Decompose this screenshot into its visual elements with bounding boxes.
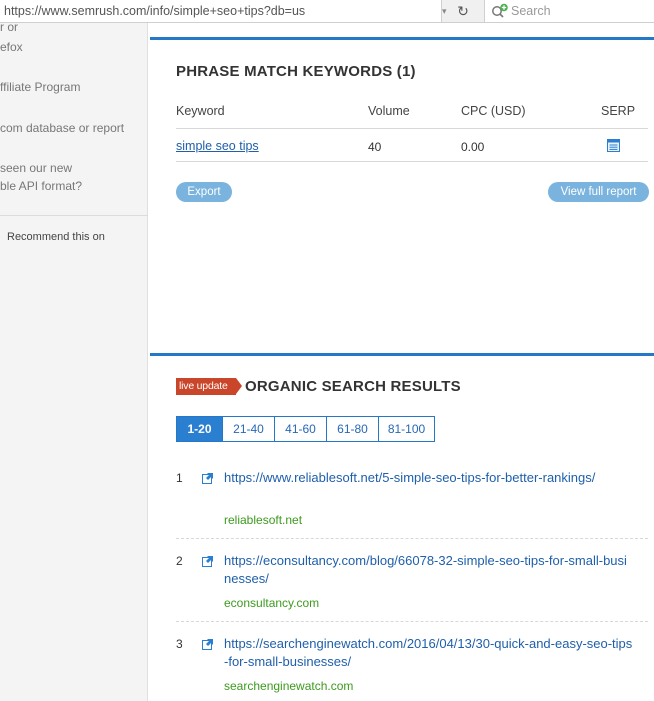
phrase-match-title: PHRASE MATCH KEYWORDS (1) [176,63,416,80]
result-domain: econsultancy.com [224,596,320,610]
section-divider [150,37,654,40]
page-tab-21-40[interactable]: 21-40 [222,417,274,441]
sidebar-link-database[interactable]: com database or report [0,121,124,135]
organic-results-title: ORGANIC SEARCH RESULTS [245,378,461,395]
table-divider [176,161,648,162]
volume-value: 40 [368,140,382,154]
external-link-icon[interactable] [202,555,214,567]
reload-button[interactable]: ↻ [450,1,476,21]
export-button[interactable]: Export [176,182,232,202]
result-domain: searchenginewatch.com [224,679,354,693]
table-divider [176,128,648,129]
search-placeholder: Search [511,4,551,18]
result-rank: 1 [176,471,183,485]
result-url-link[interactable]: https://www.reliablesoft.net/5-simple-se… [224,469,634,487]
url-dropdown-button[interactable]: ▾ [442,0,450,22]
sidebar-text: seen our new [0,161,73,175]
column-header-keyword: Keyword [176,104,225,118]
browser-toolbar: https://www.semrush.com/info/simple+seo+… [0,0,654,23]
live-update-badge: live update [176,378,242,395]
view-full-report-button[interactable]: View full report [548,182,649,202]
result-rank: 2 [176,554,183,568]
address-bar[interactable]: https://www.semrush.com/info/simple+seo+… [0,0,442,22]
sidebar-text: r or [0,20,18,34]
column-header-volume: Volume [368,104,410,118]
results-pagination: 1-20 21-40 41-60 61-80 81-100 [176,416,435,442]
sidebar-link-api[interactable]: ble API format? [0,179,82,193]
page-tab-61-80[interactable]: 61-80 [326,417,378,441]
sidebar: r or efox ffiliate Program com database … [0,20,148,701]
external-link-icon[interactable] [202,638,214,650]
result-domain: reliablesoft.net [224,513,303,527]
result-rank: 3 [176,637,183,651]
result-url-link[interactable]: https://searchenginewatch.com/2016/04/13… [224,635,634,671]
browser-search-input[interactable]: Search [484,0,654,22]
page-tab-41-60[interactable]: 41-60 [274,417,326,441]
cpc-value: 0.00 [461,140,485,154]
search-icon [492,3,508,18]
chevron-down-icon: ▾ [442,6,447,16]
column-header-cpc: CPC (USD) [461,104,526,118]
result-url-link[interactable]: https://econsultancy.com/blog/66078-32-s… [224,552,634,588]
page-tab-1-20[interactable]: 1-20 [177,417,222,441]
keyword-link[interactable]: simple seo tips [176,139,259,153]
serp-icon[interactable] [607,139,620,152]
sidebar-text: efox [0,40,23,54]
result-divider [176,538,648,539]
sidebar-link-affiliate[interactable]: ffiliate Program [0,80,80,94]
reload-icon: ↻ [457,3,469,19]
sidebar-divider [0,215,148,216]
external-link-icon[interactable] [202,472,214,484]
result-divider [176,621,648,622]
section-divider [150,353,654,356]
column-header-serp: SERP [601,104,636,118]
page-tab-81-100[interactable]: 81-100 [378,417,434,441]
recommend-label: Recommend this on [7,231,105,243]
